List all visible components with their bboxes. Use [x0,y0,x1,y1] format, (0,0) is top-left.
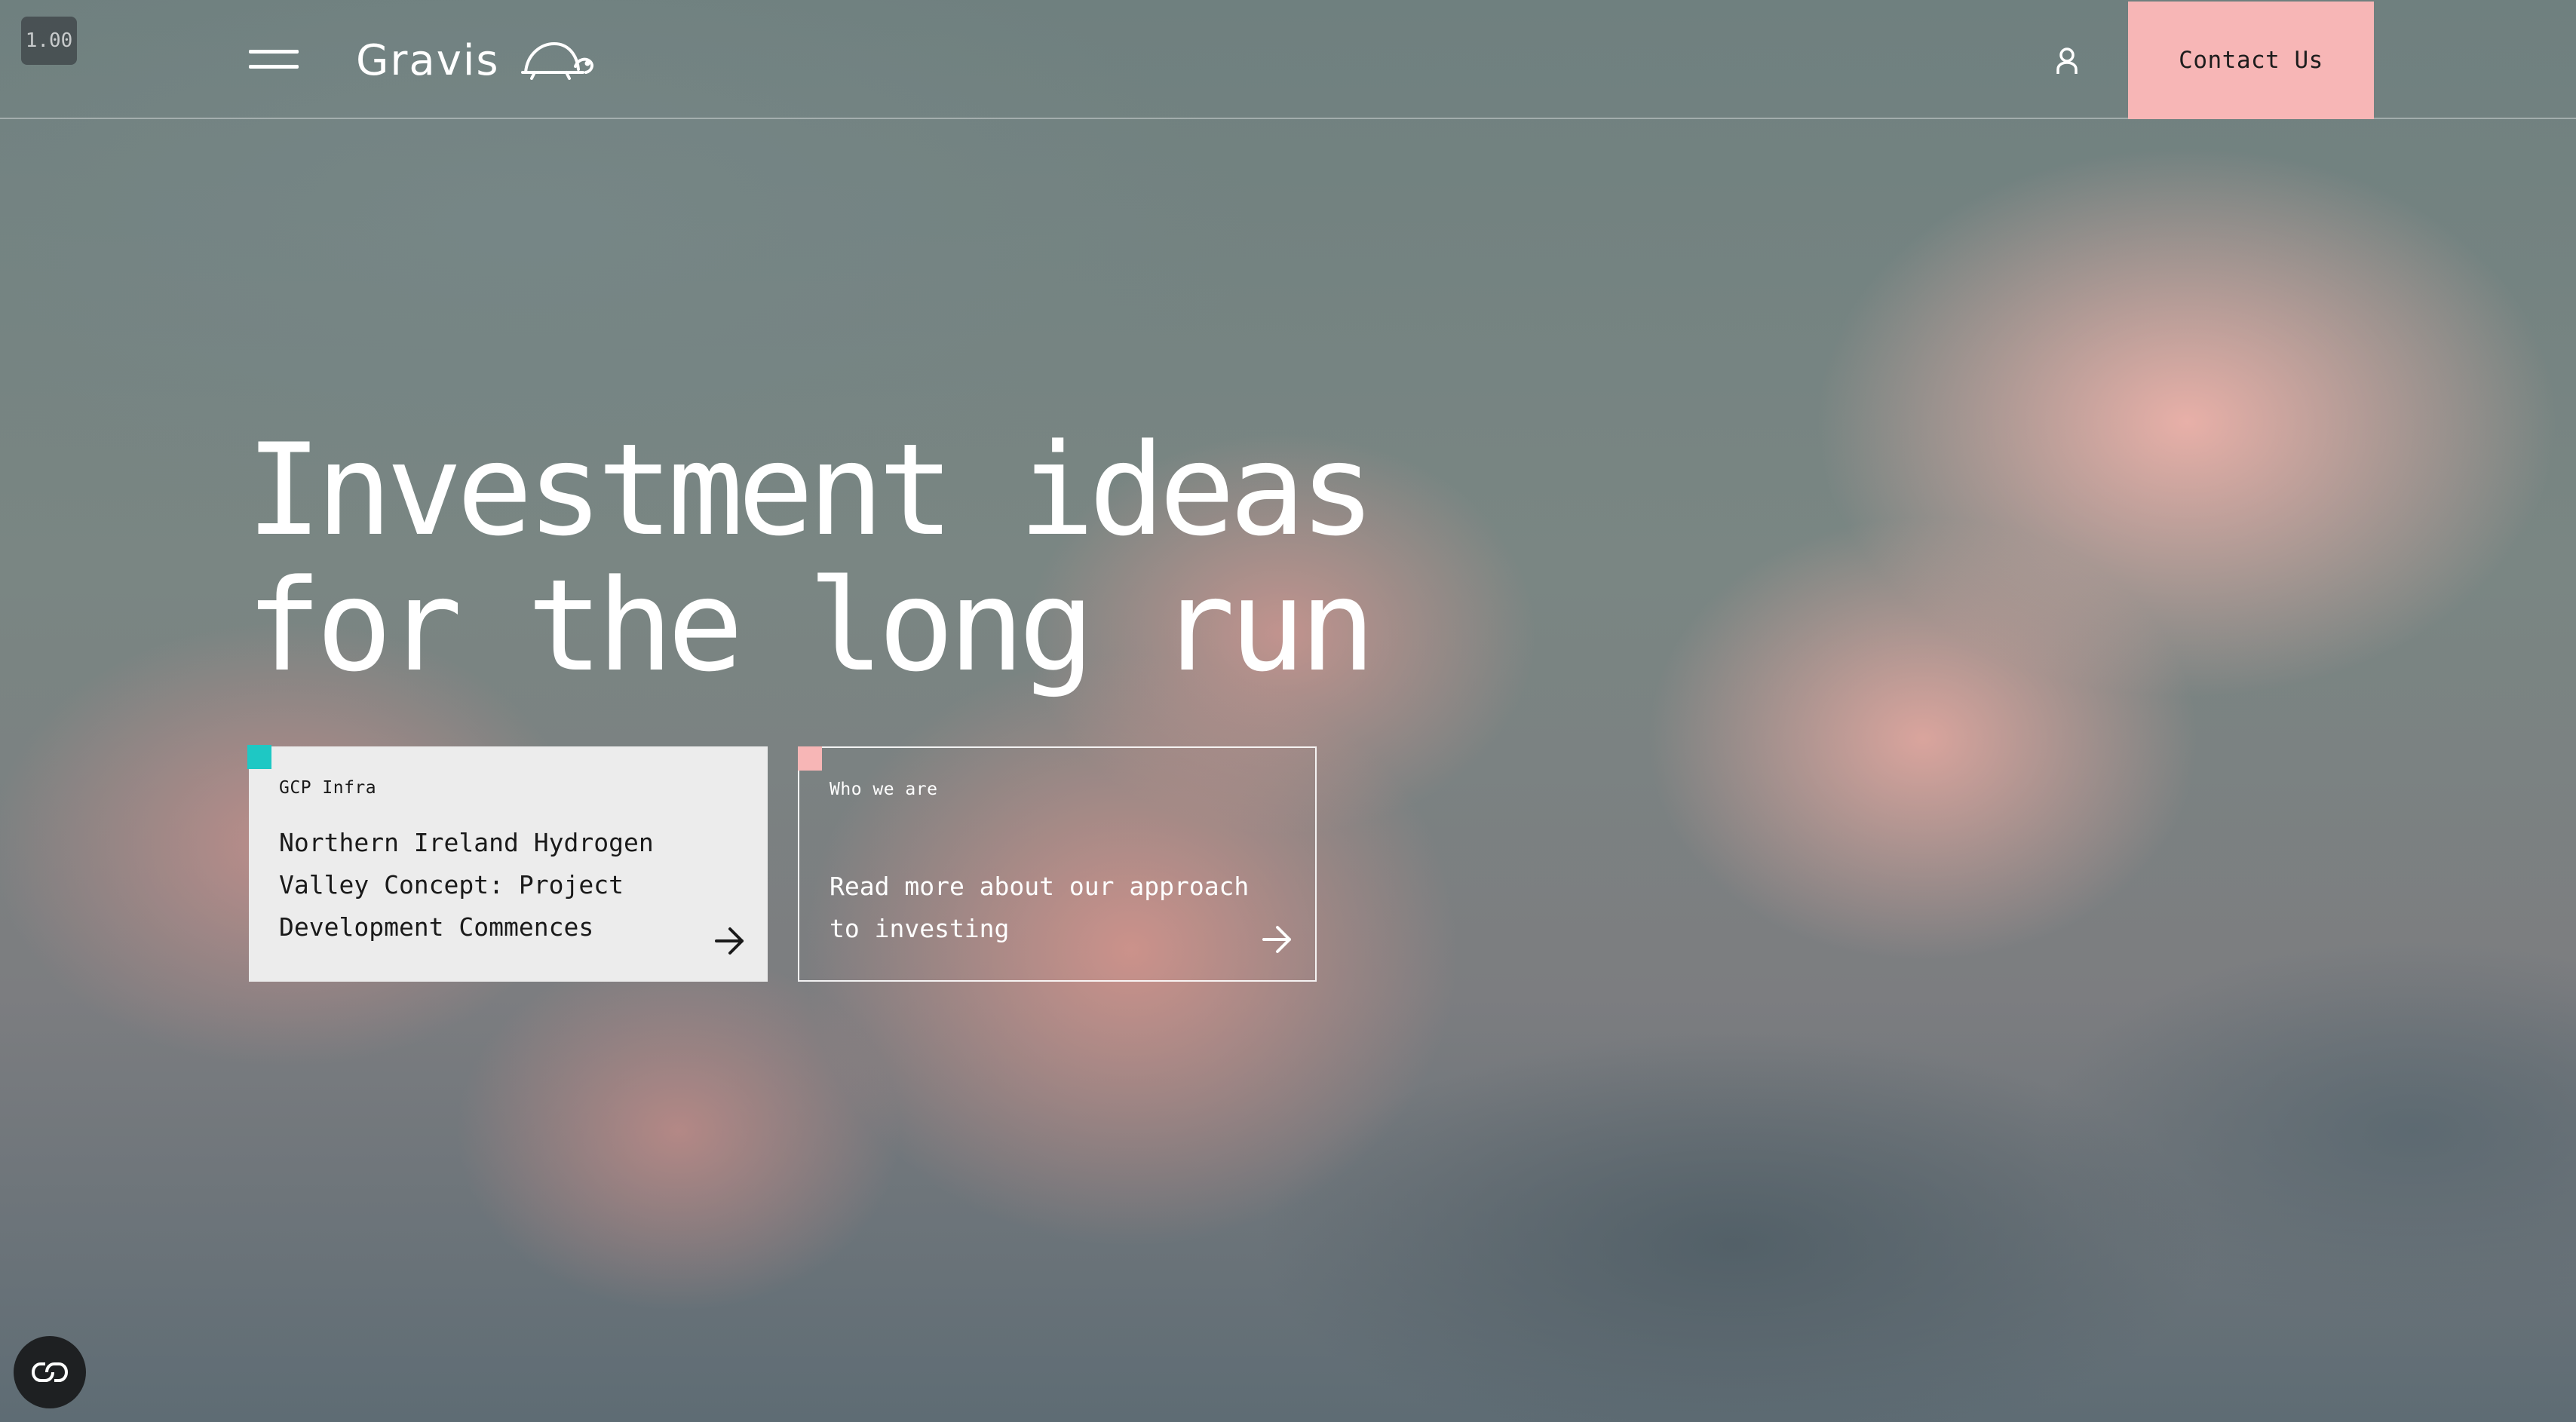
brand-logo[interactable]: Gravis [356,33,596,87]
hamburger-menu-icon[interactable] [249,47,299,72]
news-card[interactable]: GCP Infra Northern Ireland Hydrogen Vall… [247,745,768,982]
about-card[interactable]: Who we are Read more about our approach … [798,746,1317,982]
hero-title-line-2: for the long run [246,552,1375,700]
arrow-right-icon [1262,926,1291,953]
card-tag: Who we are [830,780,938,799]
site-header: Gravis Contact Us [0,0,2576,119]
contact-us-button[interactable]: Contact Us [2128,2,2374,119]
account-button[interactable] [2048,42,2086,80]
hero-title-line-1: Investment ideas [246,416,1375,564]
accessibility-button[interactable] [14,1336,86,1408]
tortoise-icon [520,42,593,80]
hero-title: Investment ideas for the long run [246,422,1528,694]
user-icon [2056,48,2078,74]
card-text: Northern Ireland Hydrogen Valley Concept… [279,828,654,942]
arrow-right-icon [715,927,744,955]
card-marker-pink [798,746,822,771]
card-text: Read more about our approach to investin… [830,872,1250,943]
brand-name: Gravis [356,35,500,85]
card-marker-teal [247,745,271,769]
card-tag: GCP Infra [279,778,377,798]
accessibility-toggle-icon [31,1362,69,1382]
